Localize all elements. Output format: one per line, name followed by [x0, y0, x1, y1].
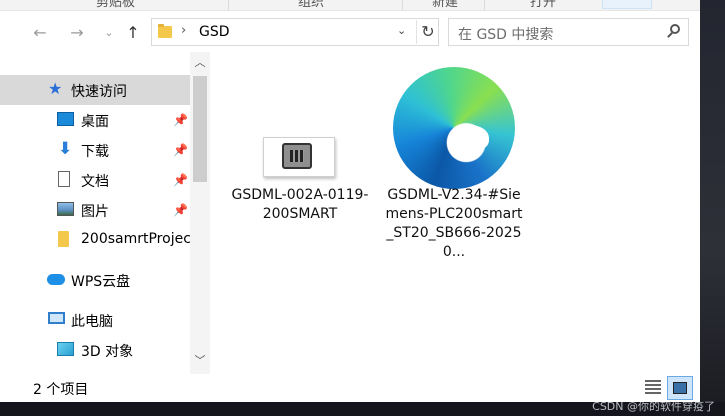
folder-icon — [158, 24, 172, 38]
sidebar-item-label: WPS云盘 — [71, 274, 131, 290]
arrow-up-icon[interactable]: ↑ — [122, 21, 144, 43]
sidebar-item-label: 文档 — [81, 174, 109, 190]
pin-icon: 📌 — [173, 143, 188, 157]
ribbon-group-open[interactable]: 打开 — [530, 0, 556, 10]
sidebar-item-3d-objects[interactable]: 3D 对象 — [0, 335, 190, 365]
navigation-bar: ← → ⌄ ↑ › GSD ⌄ ↻ 在 GSD 中搜索 — [0, 11, 700, 51]
document-icon — [58, 171, 70, 187]
sidebar-item-this-pc[interactable]: 此电脑 — [0, 305, 190, 335]
large-icons-view-icon[interactable] — [667, 376, 693, 400]
computer-icon — [48, 312, 65, 324]
sidebar-item-label: 快速访问 — [71, 84, 127, 100]
ribbon: 剪贴板 组织 新建 打开 — [0, 0, 700, 11]
address-bar[interactable]: › GSD ⌄ ↻ — [151, 18, 439, 46]
scrollbar-thumb[interactable] — [193, 76, 207, 182]
chevron-down-icon[interactable]: ⌄ — [98, 21, 120, 43]
search-box[interactable]: 在 GSD 中搜索 — [448, 18, 689, 46]
details-view-icon[interactable] — [645, 380, 661, 396]
sidebar-item-label: 200samrtProject — [81, 231, 197, 247]
file-list: GSDML-002A-0119-200SMART GSDML-V2.34-#Si… — [215, 52, 700, 374]
sidebar-item-label: 此电脑 — [71, 314, 113, 330]
sidebar-item-desktop[interactable]: 桌面 📌 — [0, 105, 190, 135]
sidebar-scrollbar[interactable]: ︿ ﹀ — [190, 52, 210, 374]
folder-icon — [58, 231, 69, 247]
scroll-up-icon[interactable]: ︿ — [190, 54, 210, 72]
item-count: 2 个项目 — [33, 382, 89, 398]
breadcrumb-gsd[interactable]: GSD — [199, 24, 230, 40]
search-icon[interactable] — [670, 24, 680, 34]
sidebar-item-label: 下载 — [81, 144, 109, 160]
navigation-pane: ★ 快速访问 桌面 📌 ⬇ 下载 📌 文档 📌 图片 📌 200samrtPro… — [0, 52, 210, 374]
ribbon-group-organize[interactable]: 组织 — [298, 0, 324, 10]
pin-icon: 📌 — [173, 113, 188, 127]
arrow-left-icon[interactable]: ← — [29, 21, 51, 43]
breadcrumb-separator[interactable]: › — [181, 23, 186, 38]
status-bar: 2 个项目 — [0, 374, 700, 402]
arrow-right-icon[interactable]: → — [66, 21, 88, 43]
star-icon: ★ — [48, 79, 63, 98]
file-name: GSDML-002A-0119-200SMART — [231, 187, 369, 222]
sidebar-item-wps-cloud[interactable]: WPS云盘 — [0, 265, 190, 295]
file-explorer-window: 剪贴板 组织 新建 打开 ← → ⌄ ↑ › GSD ⌄ ↻ 在 GSD 中搜索… — [0, 0, 700, 402]
address-dropdown-icon[interactable]: ⌄ — [397, 24, 406, 37]
pictures-icon — [57, 202, 74, 216]
ribbon-group-clipboard[interactable]: 剪贴板 — [96, 0, 135, 10]
desktop-background — [700, 0, 725, 416]
ribbon-group-new[interactable]: 新建 — [432, 0, 458, 10]
sidebar-item-pictures[interactable]: 图片 📌 — [0, 195, 190, 225]
sidebar-item-documents[interactable]: 文档 📌 — [0, 165, 190, 195]
sidebar-item-label: 图片 — [81, 204, 109, 220]
refresh-icon[interactable]: ↻ — [416, 20, 439, 44]
pin-icon: 📌 — [173, 173, 188, 187]
sidebar-item-label: 3D 对象 — [81, 344, 134, 360]
scroll-down-icon[interactable]: ﹀ — [190, 352, 210, 370]
edge-browser-icon[interactable] — [393, 67, 515, 189]
ribbon-group-select[interactable] — [602, 0, 652, 9]
sidebar-item-downloads[interactable]: ⬇ 下载 📌 — [0, 135, 190, 165]
sidebar-item-200samrtproject[interactable]: 200samrtProject — [0, 225, 196, 255]
sidebar-item-label: 桌面 — [81, 114, 109, 130]
file-name: GSDML-V2.34-#Siemens-PLC200smart_ST20_SB… — [385, 187, 523, 260]
sidebar-item-quick-access[interactable]: ★ 快速访问 — [0, 75, 190, 105]
download-icon: ⬇ — [58, 139, 73, 159]
3d-objects-icon — [57, 342, 74, 356]
desktop-icon — [57, 112, 74, 126]
file-item-gsdml-002a[interactable]: GSDML-002A-0119-200SMART — [230, 186, 370, 224]
gsd-file-icon[interactable] — [263, 137, 335, 177]
pin-icon: 📌 — [173, 203, 188, 217]
file-item-gsdml-v2-34[interactable]: GSDML-V2.34-#Siemens-PLC200smart_ST20_SB… — [384, 186, 524, 262]
cloud-icon — [47, 274, 65, 285]
search-placeholder[interactable]: 在 GSD 中搜索 — [458, 24, 553, 44]
